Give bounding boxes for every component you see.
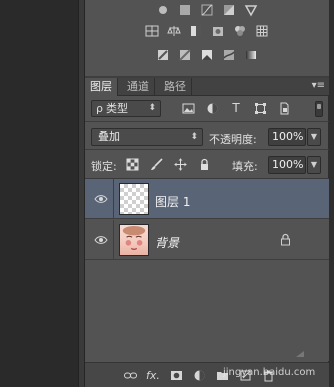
channel-mixer-icon[interactable] — [232, 23, 248, 39]
panel-menu-icon[interactable]: ▾≡ — [311, 80, 325, 92]
vibrance-icon[interactable] — [243, 2, 259, 18]
lock-row: 锁定: 填充: 100% ▼ — [85, 151, 329, 177]
adjustment-layer-filter-icon[interactable] — [205, 101, 219, 115]
row-divider — [85, 121, 329, 122]
fill-label: 填充: — [232, 160, 258, 173]
layers-panel: 图层 通道 路径 ▾≡ ρ 类型 ⬍ T 叠加 ⬍ 不透明度: 100% ▼ 锁… — [84, 0, 329, 387]
fill-dropdown-button[interactable]: ▼ — [307, 156, 321, 174]
shape-layer-filter-icon[interactable] — [253, 101, 267, 115]
lock-label: 锁定: — [91, 160, 117, 173]
levels-icon[interactable] — [177, 2, 193, 18]
mask-icon[interactable] — [169, 368, 183, 382]
visibility-column-divider — [113, 220, 114, 260]
row-divider — [85, 149, 329, 150]
brightness-icon[interactable] — [155, 2, 171, 18]
search-icon: ρ — [96, 102, 103, 115]
layer-name[interactable]: 背景 — [155, 234, 179, 251]
layer-thumbnail-face-photo — [119, 224, 149, 256]
chevron-updown-icon: ⬍ — [148, 103, 156, 113]
watermark-text: jingyan.baidu.com — [223, 367, 316, 378]
color-balance-icon[interactable] — [166, 23, 182, 39]
panel-tabs: 图层 通道 路径 ▾≡ — [85, 78, 329, 96]
photo-filter-icon[interactable] — [210, 23, 226, 39]
layer-row-layer1[interactable]: 图层 1 — [85, 179, 329, 219]
canvas-area — [0, 0, 80, 387]
pixel-layer-filter-icon[interactable] — [181, 101, 195, 115]
blend-mode-select[interactable]: 叠加 ⬍ — [91, 128, 203, 146]
gradient-map-icon[interactable] — [243, 47, 259, 63]
hue-saturation-icon[interactable] — [144, 23, 160, 39]
layer-row-background[interactable]: 背景 — [85, 220, 329, 260]
lock-position-move-icon[interactable] — [173, 157, 187, 171]
lock-all-icon[interactable] — [197, 157, 211, 171]
fill-input[interactable]: 100% — [268, 156, 306, 174]
layer-lock-icon — [280, 233, 291, 246]
filter-toggle-switch[interactable] — [315, 101, 323, 117]
posterize-icon[interactable] — [177, 47, 193, 63]
opacity-dropdown-button[interactable]: ▼ — [307, 128, 321, 146]
blend-row: 叠加 ⬍ 不透明度: 100% ▼ — [85, 123, 329, 149]
tab-paths[interactable]: 路径 — [159, 78, 192, 96]
eye-visibility-icon[interactable] — [94, 193, 108, 205]
fx-icon[interactable]: fx. — [146, 368, 160, 382]
layers-list: 图层 1 背景 — [85, 178, 329, 361]
selective-color-icon[interactable] — [221, 47, 237, 63]
tab-channels[interactable]: 通道 — [122, 78, 155, 96]
black-white-icon[interactable] — [188, 23, 204, 39]
exposure-icon[interactable] — [221, 2, 237, 18]
layer-filter-row: ρ 类型 ⬍ T — [85, 97, 329, 121]
resize-grip-icon[interactable] — [295, 350, 305, 358]
type-layer-filter-icon[interactable]: T — [229, 101, 243, 115]
layer-name[interactable]: 图层 1 — [155, 193, 190, 210]
curves-icon[interactable] — [199, 2, 215, 18]
smart-object-filter-icon[interactable] — [277, 101, 291, 115]
lock-transparent-pixels-icon[interactable] — [125, 157, 139, 171]
chevron-updown-icon: ⬍ — [190, 132, 198, 142]
tab-layers[interactable]: 图层 — [85, 78, 118, 96]
color-lookup-icon[interactable] — [254, 23, 270, 39]
filter-type-select[interactable]: ρ 类型 ⬍ — [91, 100, 161, 117]
threshold-icon[interactable] — [199, 47, 215, 63]
adjustments-icon-grid — [85, 0, 329, 76]
layer-thumbnail-transparent — [119, 183, 149, 215]
opacity-input[interactable]: 100% — [268, 128, 306, 146]
invert-icon[interactable] — [155, 47, 171, 63]
link-icon[interactable] — [123, 368, 137, 382]
lock-image-pixels-brush-icon[interactable] — [149, 157, 163, 171]
eye-visibility-icon[interactable] — [94, 234, 108, 246]
opacity-label: 不透明度: — [209, 133, 257, 146]
visibility-column-divider — [113, 179, 114, 219]
adjustment-icon[interactable] — [192, 368, 206, 382]
